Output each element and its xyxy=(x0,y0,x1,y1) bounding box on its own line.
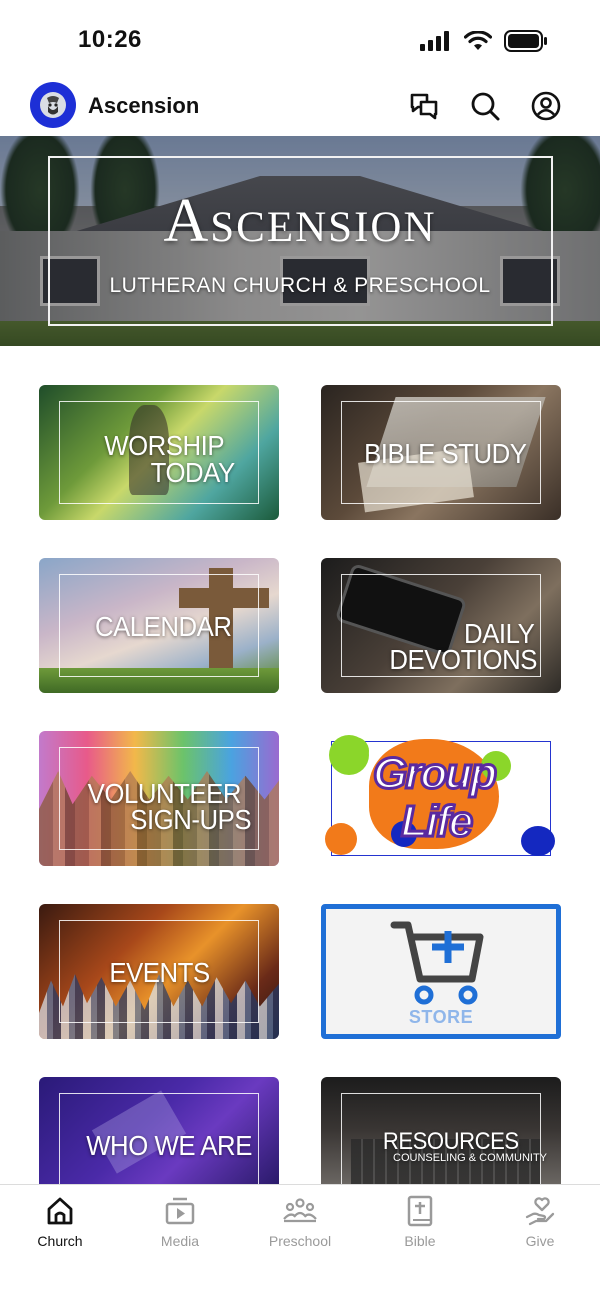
cellular-signal-icon xyxy=(420,31,449,51)
tab-church[interactable]: Church xyxy=(0,1195,120,1255)
paint-splat-blue xyxy=(521,826,555,856)
tile-worship-today[interactable]: WORSHIP TODAY xyxy=(39,385,279,520)
tile-bible-study[interactable]: BIBLE STUDY xyxy=(321,385,561,520)
tile-store[interactable]: STORE xyxy=(321,904,561,1039)
tab-give[interactable]: Give xyxy=(480,1195,600,1255)
paint-splat-green xyxy=(329,735,369,775)
logo-icon xyxy=(40,92,66,118)
bible-icon xyxy=(407,1195,433,1227)
tab-label: Preschool xyxy=(268,1233,332,1249)
tile-who-we-are[interactable]: WHO WE ARE xyxy=(39,1077,279,1184)
app-logo xyxy=(30,82,76,128)
bottom-tab-bar: Church Media Preschool Bible Give xyxy=(0,1184,600,1300)
tile-daily-devotions[interactable]: DAILY DEVOTIONS xyxy=(321,558,561,693)
hero-banner[interactable]: Ascension LUTHERAN CHURCH & PRESCHOOL xyxy=(0,136,600,346)
app-header: Ascension xyxy=(0,80,600,136)
status-bar: 10:26 xyxy=(0,0,600,80)
search-icon xyxy=(471,92,500,121)
tile-label: EVENTS xyxy=(109,957,210,988)
church-home-icon xyxy=(47,1197,73,1225)
tile-label: WORSHIP xyxy=(104,430,225,461)
tile-label-2: SIGN-UPS xyxy=(130,804,252,835)
app-title: Ascension xyxy=(88,93,200,118)
give-heart-hand-icon xyxy=(525,1197,555,1226)
tab-bible[interactable]: Bible xyxy=(360,1195,480,1255)
paint-splat-orange xyxy=(325,823,357,855)
account-icon xyxy=(531,91,561,121)
tile-label: BIBLE STUDY xyxy=(364,438,527,469)
tile-label: CALENDAR xyxy=(94,611,232,642)
tab-preschool[interactable]: Preschool xyxy=(240,1195,360,1255)
shopping-cart-icon xyxy=(390,921,484,1005)
tile-label: WHO WE ARE xyxy=(86,1130,252,1161)
wifi-icon xyxy=(464,31,492,50)
tile-resources[interactable]: RESOURCES COUNSELING & COMMUNITY xyxy=(321,1077,561,1184)
tile-label: STORE xyxy=(408,1007,474,1027)
group-people-icon xyxy=(283,1198,317,1223)
tile-group-life[interactable]: Group Life xyxy=(321,731,561,866)
tile-label-2: Life xyxy=(399,796,474,848)
tab-media[interactable]: Media xyxy=(120,1195,240,1255)
tab-label: Church xyxy=(37,1233,83,1249)
status-time: 10:26 xyxy=(78,26,142,53)
profile-button[interactable] xyxy=(530,90,562,122)
hero-subtitle: LUTHERAN CHURCH & PRESCHOOL xyxy=(109,274,491,297)
tile-label-2: DEVOTIONS xyxy=(389,644,538,675)
tile-label: Group xyxy=(372,748,499,800)
tab-label: Media xyxy=(160,1233,200,1249)
chat-bubbles-icon xyxy=(410,93,438,120)
tile-sub-label: COUNSELING & COMMUNITY xyxy=(393,1152,548,1164)
tile-calendar[interactable]: CALENDAR xyxy=(39,558,279,693)
hero-title: Ascension xyxy=(163,187,437,255)
status-icons xyxy=(420,30,548,52)
tile-label-2: TODAY xyxy=(150,457,236,488)
search-button[interactable] xyxy=(469,90,501,122)
messages-button[interactable] xyxy=(408,90,440,122)
media-play-icon xyxy=(165,1197,195,1225)
battery-icon xyxy=(504,30,547,52)
tab-label: Bible xyxy=(404,1233,436,1249)
tab-label: Give xyxy=(525,1233,555,1249)
tile-volunteer-sign-ups[interactable]: VOLUNTEER SIGN-UPS xyxy=(39,731,279,866)
tile-events[interactable]: EVENTS xyxy=(39,904,279,1039)
